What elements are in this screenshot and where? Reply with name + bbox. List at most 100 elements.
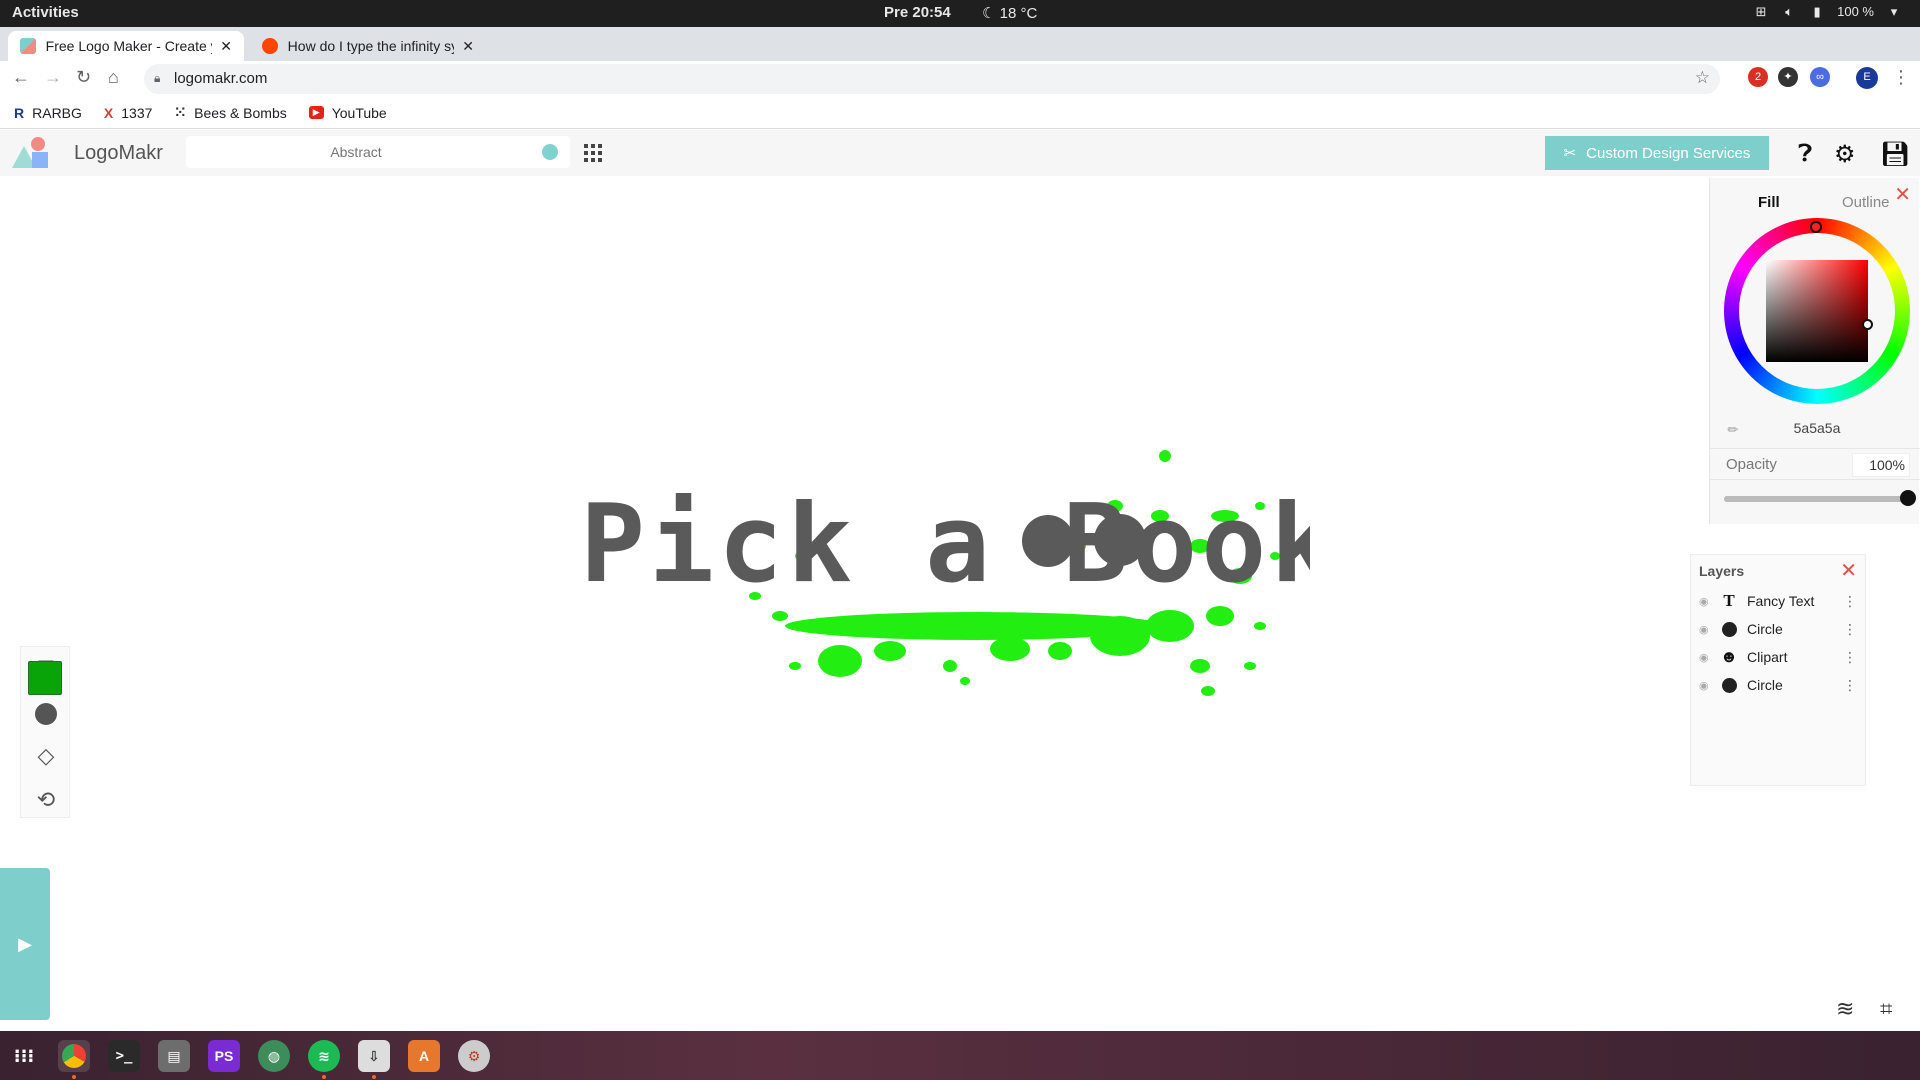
- phpstorm-icon[interactable]: PS: [208, 1040, 240, 1072]
- layer-row[interactable]: ◉ Circle ⋮: [1691, 615, 1867, 643]
- more-options-icon[interactable]: ⋮: [1843, 677, 1857, 694]
- bookmark-star-icon[interactable]: ☆: [1695, 68, 1710, 88]
- running-indicator: [72, 1075, 76, 1079]
- extension-badge-icon[interactable]: 2: [1748, 67, 1768, 87]
- spotify-icon[interactable]: ≋: [308, 1040, 340, 1072]
- bookmark-rarbg[interactable]: R RARBG: [14, 105, 82, 121]
- tab-reddit[interactable]: How do I type the infinity symbol ✕: [250, 31, 486, 61]
- url-text[interactable]: logomakr.com: [174, 70, 267, 87]
- logo-circle-shape[interactable]: [1022, 515, 1074, 567]
- visibility-eye-icon[interactable]: ◉: [1699, 595, 1711, 608]
- more-options-icon[interactable]: ⋮: [1843, 649, 1857, 666]
- settings-app-icon[interactable]: ⚙: [458, 1040, 490, 1072]
- saturation-handle[interactable]: [1862, 319, 1873, 330]
- logo-fancy-text[interactable]: Pick a Book: [580, 482, 1310, 607]
- chrome-icon[interactable]: [58, 1040, 90, 1072]
- custom-design-services-button[interactable]: ✂ Custom Design Services: [1545, 136, 1769, 170]
- text-layer-icon: T: [1723, 591, 1735, 610]
- saturation-value-square[interactable]: [1766, 260, 1868, 362]
- search-icon[interactable]: [542, 144, 558, 160]
- visibility-eye-icon[interactable]: ◉: [1699, 651, 1711, 664]
- home-icon[interactable]: ⌂: [108, 67, 119, 88]
- visibility-eye-icon[interactable]: ◉: [1699, 623, 1711, 636]
- eyedropper-icon[interactable]: ✎: [1724, 420, 1743, 439]
- address-bar[interactable]: 🔒︎ logomakr.com ☆: [144, 64, 1720, 94]
- back-icon[interactable]: ←: [12, 67, 30, 88]
- layer-name: Clipart: [1747, 649, 1788, 665]
- close-tab-icon[interactable]: ✕: [220, 38, 232, 55]
- tab-fill[interactable]: Fill: [1758, 194, 1780, 211]
- system-clock[interactable]: Pre 20:54: [884, 4, 951, 21]
- dots-icon: ⁙: [174, 104, 187, 120]
- save-icon[interactable]: 💾︎: [1880, 140, 1910, 169]
- logo-artwork[interactable]: Pick a Book: [560, 396, 1310, 696]
- search-input[interactable]: [186, 136, 526, 168]
- installer-icon[interactable]: ⇩: [358, 1040, 390, 1072]
- browser-menu-icon[interactable]: ⋮: [1892, 67, 1910, 88]
- bookmark-label: 1337: [121, 104, 153, 121]
- browser-toolbar: ← → ↻ ⌂ 🔒︎ logomakr.com ☆: [0, 61, 1920, 97]
- history-icon[interactable]: ⟲: [33, 787, 59, 813]
- active-color-swatch[interactable]: [28, 661, 62, 695]
- layer-row[interactable]: ◉ Circle ⋮: [1691, 671, 1867, 699]
- extension-icon[interactable]: ✦: [1778, 67, 1798, 87]
- system-tray[interactable]: ⊞ 🔈︎ ▮ 100 % ▾: [1753, 4, 1902, 19]
- software-center-icon[interactable]: A: [408, 1040, 440, 1072]
- extension-icon[interactable]: ∞: [1810, 67, 1830, 87]
- logomakr-favicon: [20, 38, 36, 54]
- logo-circle-shape[interactable]: [1094, 514, 1146, 566]
- opacity-input[interactable]: 100%: [1852, 453, 1910, 477]
- show-apps-icon[interactable]: ⁝⁝⁝: [8, 1040, 40, 1072]
- weather-temp: 18 °C: [999, 5, 1038, 22]
- layers-panel: Layers ✕ ◉ T Fancy Text ⋮ ◉ Circle ⋮ ◉ ☻…: [1690, 554, 1866, 786]
- visibility-eye-icon[interactable]: ◉: [1699, 679, 1711, 692]
- network-icon: ⊞: [1755, 3, 1767, 19]
- logomakr-logo-icon[interactable]: [10, 136, 52, 170]
- browser-app-icon[interactable]: ◍: [258, 1040, 290, 1072]
- more-options-icon[interactable]: ⋮: [1843, 621, 1857, 638]
- crop-icon[interactable]: ⌗: [1880, 996, 1892, 1022]
- close-icon[interactable]: ✕: [1840, 558, 1857, 583]
- design-canvas[interactable]: Pick a Book T ◇ ⟲ ▶ ≋ ⌗: [0, 176, 1920, 1031]
- hue-handle[interactable]: [1810, 221, 1822, 233]
- expand-sidebar-button[interactable]: ▶: [0, 868, 50, 1020]
- more-options-icon[interactable]: ⋮: [1843, 593, 1857, 610]
- layers-toggle-icon[interactable]: ≋: [1836, 996, 1854, 1022]
- settings-gear-icon[interactable]: ⚙: [1834, 140, 1856, 169]
- 1337x-icon: X: [103, 104, 114, 121]
- terminal-icon[interactable]: >_: [108, 1040, 140, 1072]
- clipart-layer-icon: ☻: [1720, 647, 1738, 666]
- opacity-slider-thumb[interactable]: [1900, 490, 1916, 506]
- opacity-slider[interactable]: [1724, 490, 1916, 506]
- bookmark-bees-and-bombs[interactable]: ⁙ Bees & Bombs: [174, 104, 286, 121]
- browser-tab-strip: Free Logo Maker - Create your own logo ✕…: [0, 27, 1920, 84]
- tab-title: Free Logo Maker - Create your own logo: [45, 38, 213, 54]
- forward-icon[interactable]: →: [44, 67, 62, 88]
- bookmark-1337[interactable]: X 1337: [104, 105, 153, 121]
- taskbar: ⁝⁝⁝ >_ ▤ PS ◍ ≋ ⇩ A ⚙: [0, 1031, 1920, 1080]
- app-name[interactable]: LogoMakr: [74, 142, 163, 165]
- circle-layer-icon: [1719, 619, 1739, 639]
- clipart-search[interactable]: [186, 136, 570, 168]
- clipart-tool-icon[interactable]: ◇: [33, 743, 59, 769]
- hue-ring[interactable]: [1724, 218, 1910, 404]
- help-icon[interactable]: ❓︎: [1798, 140, 1812, 168]
- weather-indicator[interactable]: ☾ 18 °C: [982, 4, 1037, 22]
- tools-icon: ✂: [1563, 145, 1577, 162]
- shape-tool-icon[interactable]: [33, 701, 59, 727]
- bookmark-youtube[interactable]: ▶ YouTube: [308, 105, 387, 121]
- profile-avatar[interactable]: E: [1856, 67, 1878, 89]
- files-icon[interactable]: ▤: [158, 1040, 190, 1072]
- hex-input[interactable]: 5a5a5a: [1772, 420, 1862, 436]
- battery-icon: ▮: [1813, 3, 1821, 19]
- close-tab-icon[interactable]: ✕: [462, 38, 474, 55]
- layer-row[interactable]: ◉ T Fancy Text ⋮: [1691, 587, 1867, 615]
- layer-row[interactable]: ◉ ☻ Clipart ⋮: [1691, 643, 1867, 671]
- activities-button[interactable]: Activities: [12, 4, 79, 21]
- tab-logomakr[interactable]: Free Logo Maker - Create your own logo ✕: [8, 31, 244, 61]
- bookmark-label: RARBG: [32, 104, 82, 121]
- close-icon[interactable]: ✕: [1894, 182, 1911, 207]
- apps-grid-icon[interactable]: [584, 144, 602, 162]
- reload-icon[interactable]: ↻: [76, 67, 91, 88]
- tab-outline[interactable]: Outline: [1842, 194, 1890, 211]
